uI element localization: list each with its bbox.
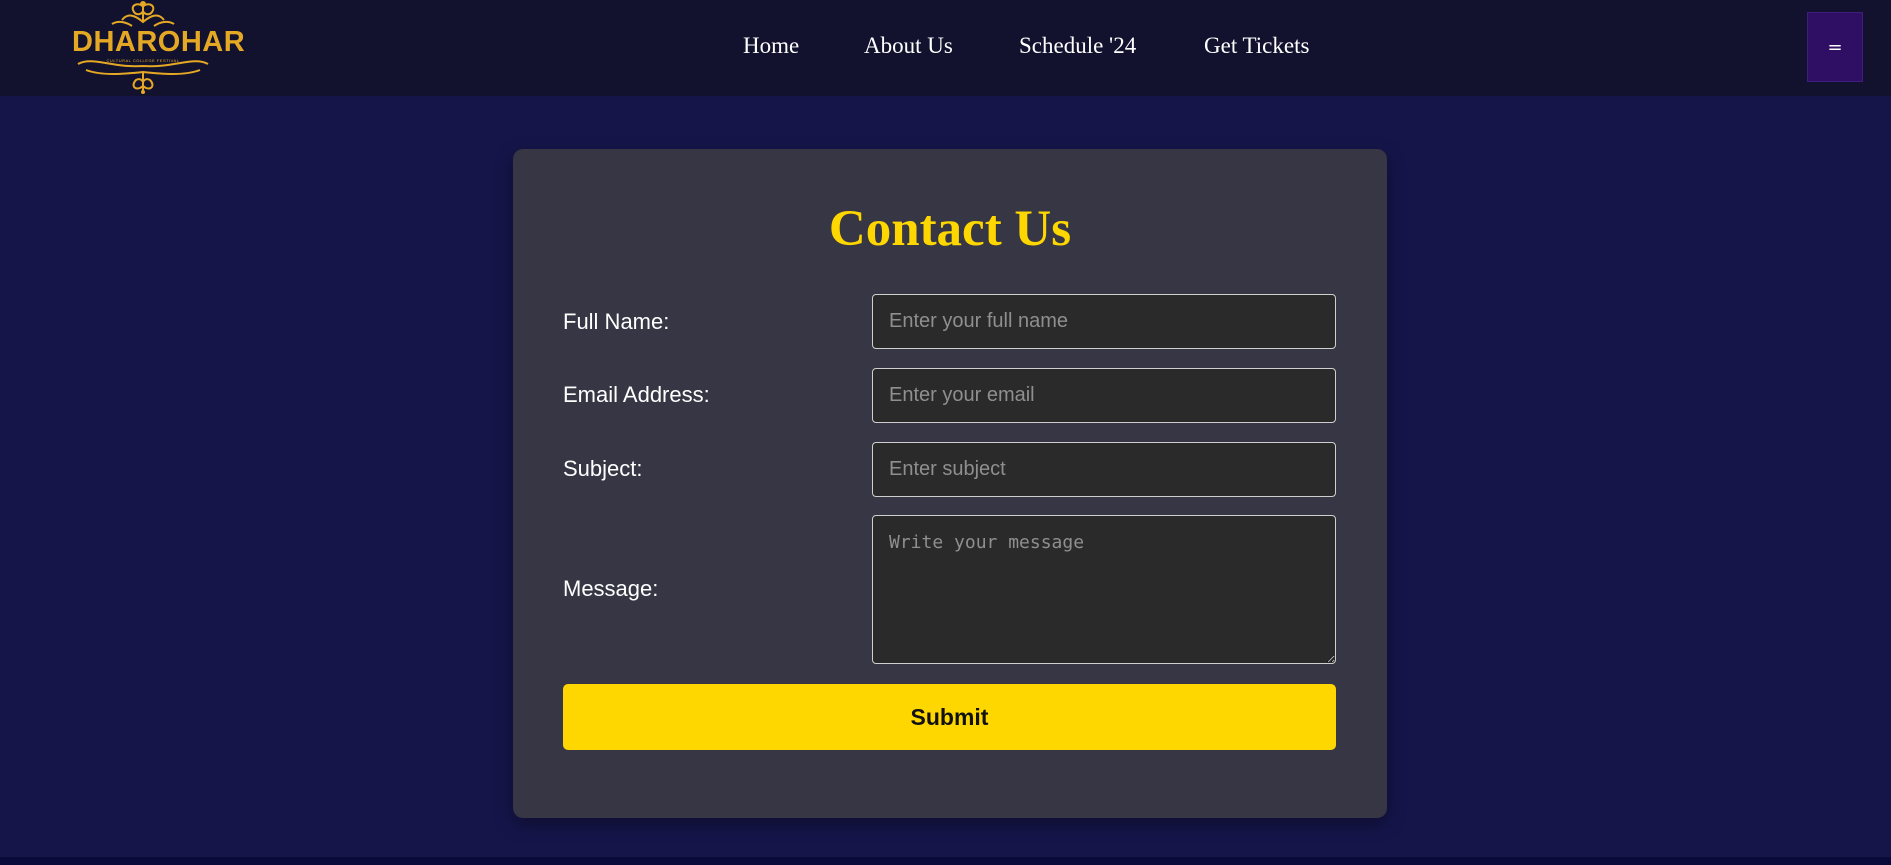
hamburger-icon: = (1827, 36, 1843, 58)
navbar: DHAROHAR CULTURAL COLLEGE FESTIVAL Home … (0, 0, 1891, 96)
logo-text: DHAROHAR (72, 26, 246, 58)
nav-link-get-tickets[interactable]: Get Tickets (1204, 32, 1309, 60)
full-name-input[interactable] (872, 294, 1336, 349)
page-title: Contact Us (828, 201, 1072, 257)
brand-logo[interactable]: DHAROHAR CULTURAL COLLEGE FESTIVAL (72, 0, 246, 94)
submit-button[interactable]: Submit (563, 684, 1336, 750)
nav-link-home[interactable]: Home (743, 32, 799, 60)
footer-edge (0, 857, 1891, 865)
subject-input[interactable] (872, 442, 1336, 497)
message-label: Message: (563, 576, 659, 601)
nav-link-about-us[interactable]: About Us (864, 32, 953, 60)
subject-label: Subject: (563, 456, 643, 481)
logo-tagline: CULTURAL COLLEGE FESTIVAL (106, 58, 180, 63)
menu-toggle-button[interactable]: = (1807, 12, 1863, 82)
email-label: Email Address: (563, 382, 710, 407)
message-textarea[interactable] (872, 515, 1336, 664)
nav-link-schedule[interactable]: Schedule '24 (1019, 32, 1136, 60)
contact-form-card: Contact Us Full Name: Email Address: Sub… (513, 149, 1387, 818)
full-name-label: Full Name: (563, 309, 670, 334)
email-input[interactable] (872, 368, 1336, 423)
